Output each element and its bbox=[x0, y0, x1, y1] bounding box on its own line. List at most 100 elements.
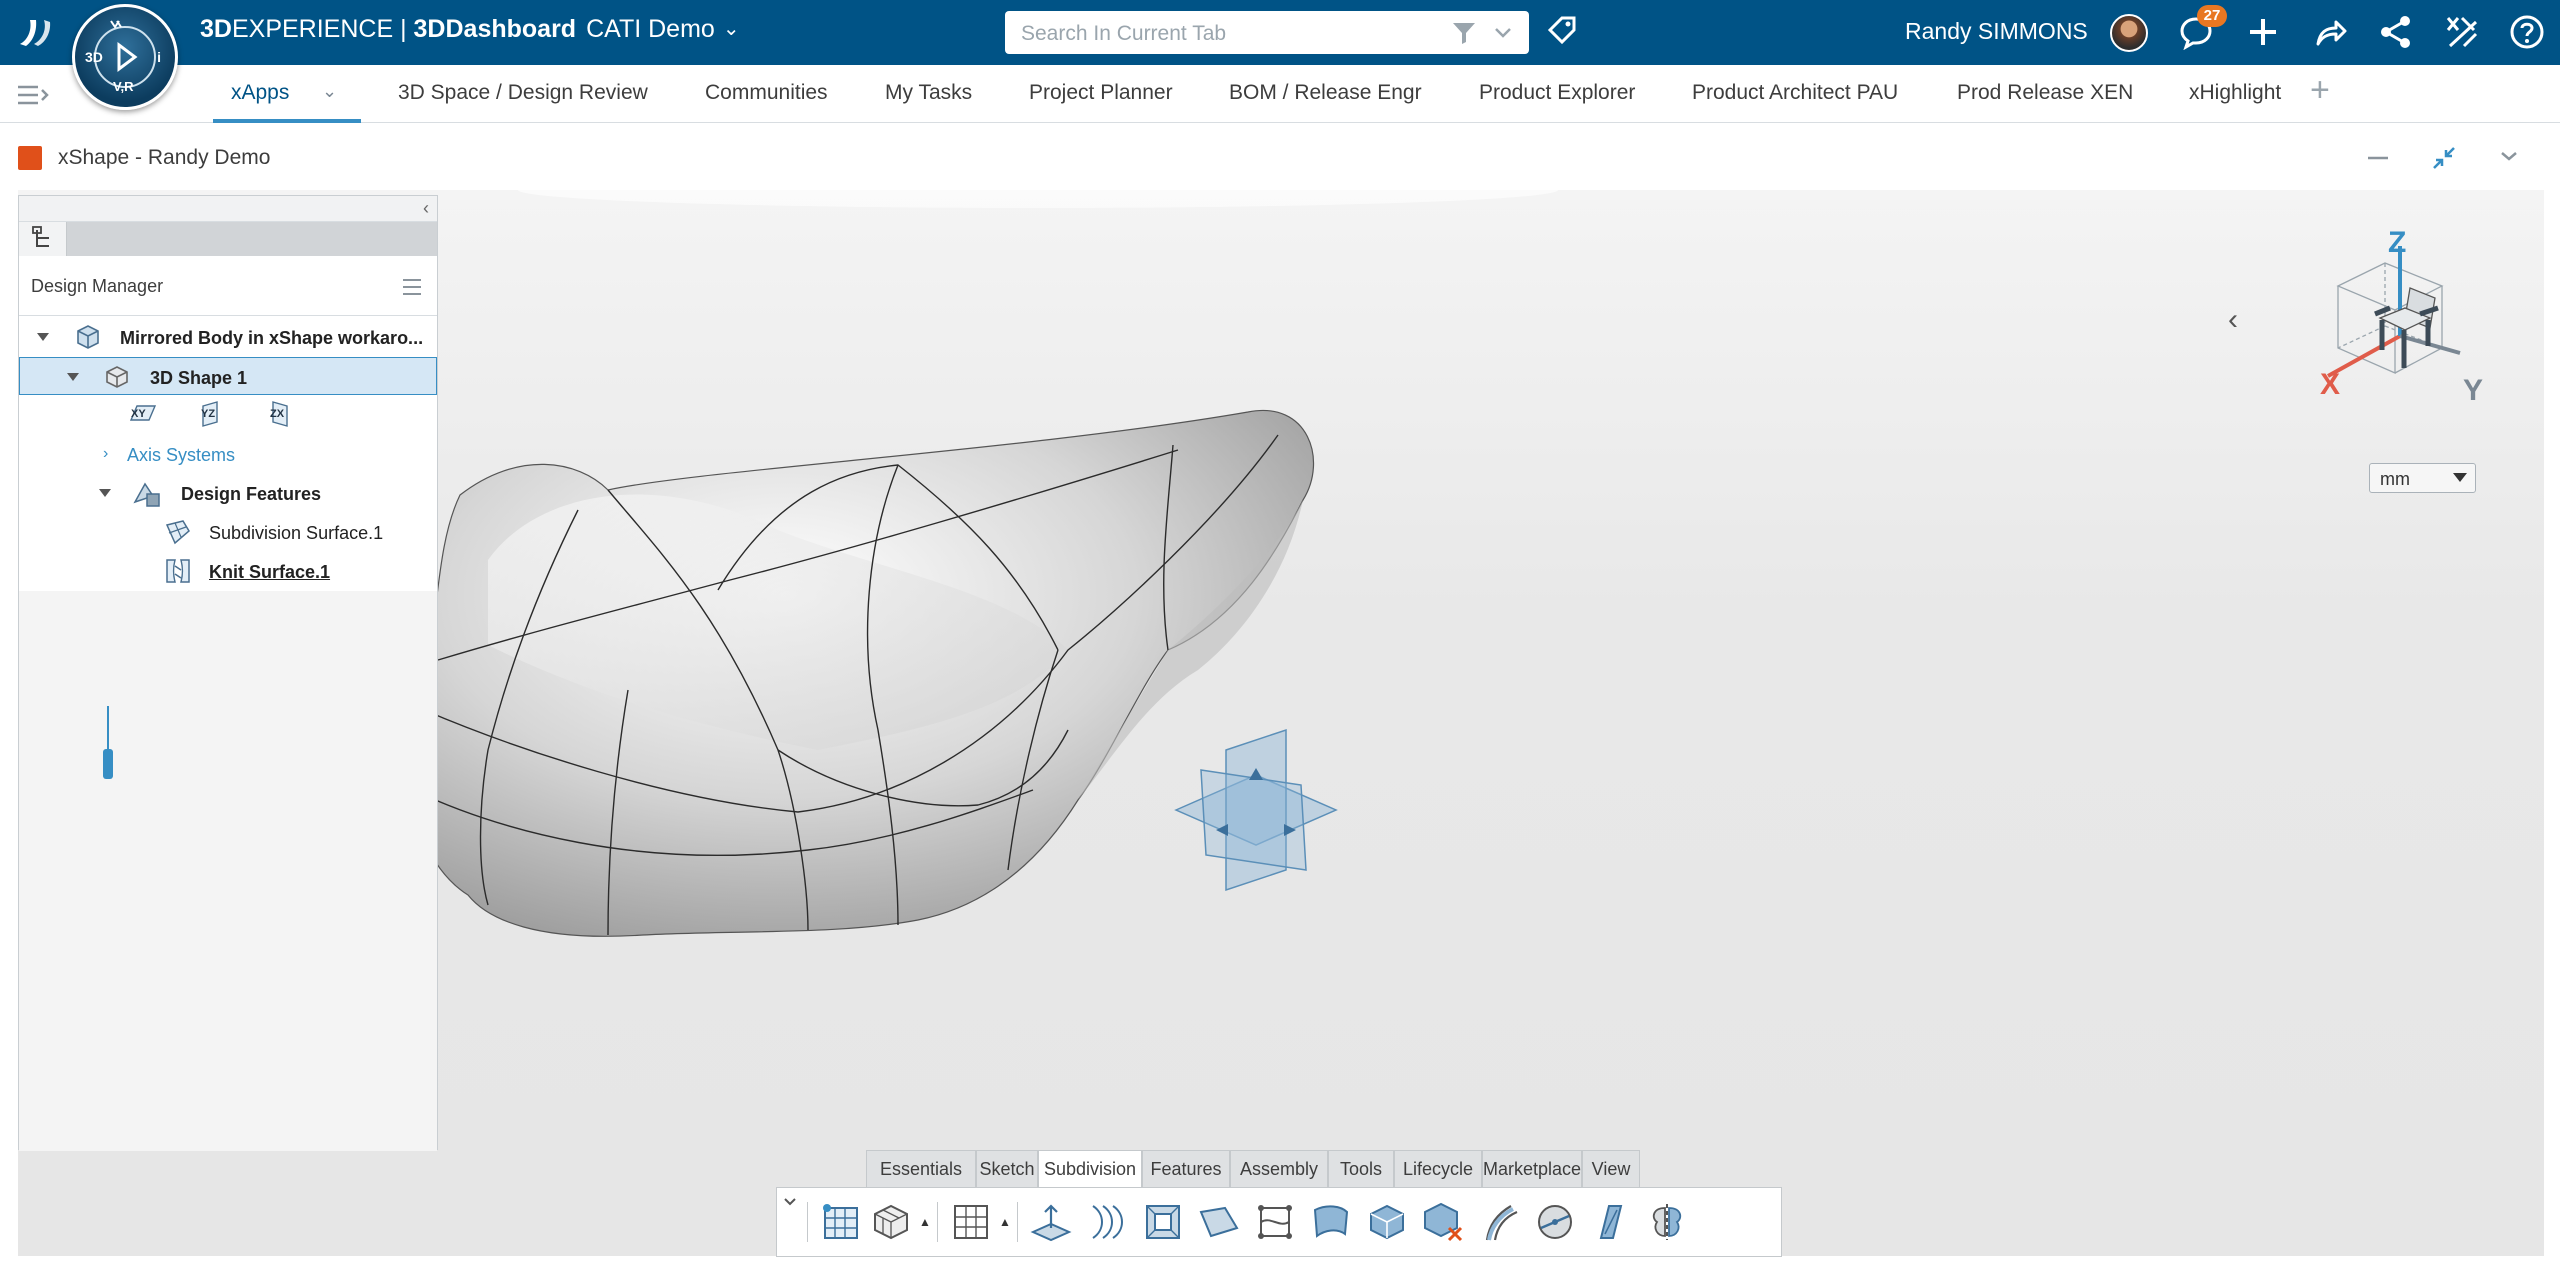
user-name[interactable]: Randy SIMMONS bbox=[1905, 18, 2088, 45]
expand-toggle-icon[interactable] bbox=[97, 485, 113, 501]
share-arrow-icon[interactable] bbox=[2312, 14, 2348, 50]
compass-3d-label: 3D bbox=[85, 49, 103, 65]
action-bar-collapse-icon[interactable] bbox=[781, 1192, 799, 1210]
sweep-surface-icon[interactable] bbox=[1307, 1198, 1355, 1246]
grid-dropdown-icon[interactable]: ▲ bbox=[999, 1215, 1011, 1229]
tab-xapps-chevron-icon[interactable]: ⌄ bbox=[322, 81, 337, 102]
edge-cut-icon[interactable] bbox=[1251, 1198, 1299, 1246]
search-dropdown-icon[interactable] bbox=[1493, 21, 1513, 43]
tab-features[interactable]: Features bbox=[1142, 1150, 1230, 1188]
tab-essentials[interactable]: Essentials bbox=[866, 1150, 976, 1188]
face-split-icon[interactable] bbox=[1195, 1198, 1243, 1246]
notification-badge: 27 bbox=[2197, 5, 2227, 27]
tree-node-design-features[interactable]: Design Features bbox=[19, 474, 437, 512]
tree-node-label: Knit Surface.1 bbox=[209, 562, 331, 582]
3d-shape-icon bbox=[106, 366, 128, 388]
expand-toggle-icon[interactable] bbox=[35, 329, 51, 345]
side-menu-icon[interactable] bbox=[16, 82, 50, 108]
tree-node-3d-shape[interactable]: 3D Shape 1 bbox=[19, 357, 437, 395]
tree-node-subdivision-surface[interactable]: Subdivision Surface.1 bbox=[19, 513, 437, 551]
z-axis-label: Z bbox=[2388, 226, 2406, 259]
unit-select-value: mm bbox=[2380, 469, 2410, 489]
tab-xapps[interactable]: xApps bbox=[231, 81, 289, 105]
tree-tab[interactable] bbox=[19, 222, 67, 256]
tab-bom-release-engr[interactable]: BOM / Release Engr bbox=[1229, 81, 1422, 105]
face-inset-icon[interactable] bbox=[1139, 1198, 1187, 1246]
tab-subdivision[interactable]: Subdivision bbox=[1038, 1150, 1142, 1188]
tab-assembly[interactable]: Assembly bbox=[1230, 1150, 1328, 1188]
bend-curve-icon[interactable] bbox=[1475, 1198, 1523, 1246]
tree-node-label: Axis Systems bbox=[127, 445, 236, 465]
symmetric-part-icon[interactable] bbox=[1643, 1198, 1691, 1246]
panel-tabs bbox=[19, 222, 437, 256]
compass-i-label: i bbox=[157, 49, 161, 65]
curve-surface-icon[interactable] bbox=[1083, 1198, 1131, 1246]
reference-planes[interactable] bbox=[1174, 728, 1338, 892]
tab-xhighlight[interactable]: xHighlight bbox=[2189, 81, 2281, 105]
subdivision-grid-icon[interactable] bbox=[817, 1198, 865, 1246]
search-box[interactable]: Search In Current Tab bbox=[1005, 11, 1529, 54]
panel-collapse-bar[interactable]: ‹ bbox=[19, 196, 437, 222]
extrude-icon[interactable] bbox=[1027, 1198, 1075, 1246]
xshape-app-icon bbox=[18, 146, 42, 170]
view-compass-cube[interactable]: X Y Z bbox=[2300, 218, 2500, 438]
compass-widget[interactable]: 3D i V,R bbox=[72, 4, 178, 110]
primitive-dropdown-icon[interactable]: ▲ bbox=[919, 1215, 931, 1229]
box-surface-icon[interactable] bbox=[1363, 1198, 1411, 1246]
sphere-icon[interactable] bbox=[1531, 1198, 1579, 1246]
add-tab-icon[interactable]: + bbox=[2310, 71, 2330, 110]
tab-view[interactable]: View bbox=[1582, 1150, 1640, 1188]
tab-prod-release-xen[interactable]: Prod Release XEN bbox=[1957, 81, 2133, 105]
social-share-icon[interactable] bbox=[2378, 14, 2414, 50]
primitive-cube-icon[interactable] bbox=[867, 1198, 915, 1246]
tree-empty-area bbox=[19, 591, 437, 1151]
tab-product-explorer[interactable]: Product Explorer bbox=[1479, 81, 1635, 105]
filter-icon[interactable] bbox=[1451, 20, 1477, 46]
collapse-right-panel-icon[interactable]: ‹ bbox=[2228, 303, 2238, 337]
tag-icon[interactable] bbox=[1546, 14, 1580, 48]
expand-chevron-icon[interactable]: › bbox=[103, 445, 108, 463]
separator bbox=[937, 1202, 938, 1242]
tenant-chevron-icon[interactable]: ⌄ bbox=[723, 16, 740, 41]
add-icon[interactable] bbox=[2245, 14, 2281, 50]
widget-menu-chevron-icon[interactable] bbox=[2497, 144, 2521, 168]
tab-lifecycle[interactable]: Lifecycle bbox=[1394, 1150, 1482, 1188]
collapse-panel-icon[interactable]: ‹ bbox=[423, 198, 429, 219]
tree-node-label: Mirrored Body in xShape workaro... bbox=[120, 328, 424, 348]
tree-node-root[interactable]: Mirrored Body in xShape workaro... bbox=[19, 318, 437, 356]
delete-face-icon[interactable] bbox=[1419, 1198, 1467, 1246]
ruler-blade-icon[interactable] bbox=[1587, 1198, 1635, 1246]
panel-menu-icon[interactable] bbox=[401, 276, 423, 298]
search-placeholder[interactable]: Search In Current Tab bbox=[1021, 22, 1226, 46]
tab-product-architect-pau[interactable]: Product Architect PAU bbox=[1692, 81, 1898, 105]
tab-3d-space-design-review[interactable]: 3D Space / Design Review bbox=[398, 81, 648, 105]
expand-toggle-icon[interactable] bbox=[65, 369, 81, 385]
yz-plane-label: YZ bbox=[201, 408, 216, 420]
y-axis-label: Y bbox=[2463, 374, 2483, 407]
design-features-icon bbox=[133, 482, 160, 507]
unit-caret-icon[interactable] bbox=[2453, 473, 2467, 482]
tree-node-knit-surface[interactable]: Knit Surface.1 bbox=[19, 552, 437, 590]
history-handle[interactable] bbox=[103, 749, 113, 779]
tenant-name[interactable]: CATI Demo bbox=[586, 15, 715, 43]
tab-my-tasks[interactable]: My Tasks bbox=[885, 81, 972, 105]
widget-title: xShape - Randy Demo bbox=[58, 146, 271, 169]
subdivision-surface-icon bbox=[165, 520, 190, 545]
tab-project-planner[interactable]: Project Planner bbox=[1029, 81, 1173, 105]
grid-plane-icon[interactable] bbox=[947, 1198, 995, 1246]
tab-communities[interactable]: Communities bbox=[705, 81, 828, 105]
separator bbox=[1017, 1202, 1018, 1242]
apps-compass-icon[interactable] bbox=[2444, 14, 2480, 50]
dassault-logo-icon[interactable] bbox=[14, 14, 58, 50]
panel-title: Design Manager bbox=[31, 276, 164, 296]
tab-sketch[interactable]: Sketch bbox=[976, 1150, 1038, 1188]
collapse-fullscreen-icon[interactable] bbox=[2430, 144, 2458, 172]
help-icon[interactable] bbox=[2509, 14, 2545, 50]
tab-marketplace[interactable]: Marketplace bbox=[1482, 1150, 1582, 1188]
minimize-icon[interactable] bbox=[2364, 144, 2392, 172]
unit-select[interactable]: mm bbox=[2369, 463, 2476, 493]
subdivision-shape[interactable] bbox=[402, 409, 1315, 937]
avatar[interactable] bbox=[2110, 14, 2148, 52]
tab-tools[interactable]: Tools bbox=[1328, 1150, 1394, 1188]
tree-node-axis-systems[interactable]: › Axis Systems bbox=[19, 435, 437, 473]
